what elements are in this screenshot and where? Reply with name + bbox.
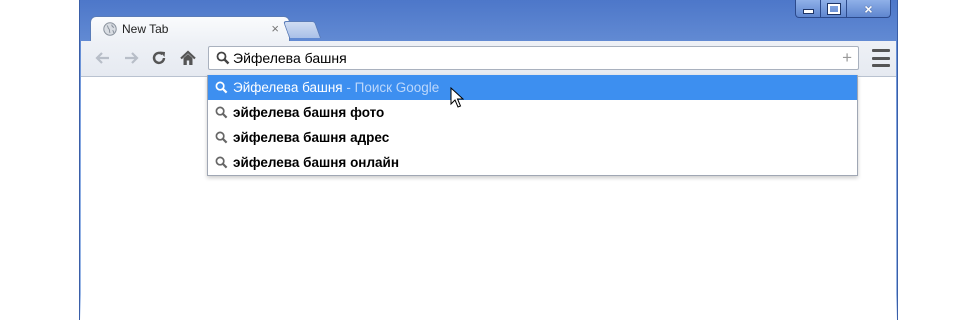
search-icon [216,51,230,65]
mouse-cursor-icon [450,87,464,108]
search-icon [215,156,228,169]
suggestion-text: эйфелева башня онлайн [233,155,400,170]
window-fade [80,294,897,320]
tab-new-tab[interactable]: New Tab × [90,16,290,42]
search-icon [215,131,228,144]
minimize-icon [802,9,814,14]
suggestion-text: эйфелева башня адрес [233,130,390,145]
globe-icon [103,22,117,36]
home-icon [180,50,196,65]
suggestion-item[interactable]: эйфелева башня фото [208,100,857,125]
suggestion-item[interactable]: эйфелева башня онлайн [208,150,857,175]
suggestion-hint: - Поиск Google [346,80,440,95]
maximize-icon [826,2,841,15]
new-tab-button[interactable] [282,21,322,38]
reload-icon [152,51,166,65]
suggestions-dropdown: Эйфелева башня - Поиск Google эйфелева б… [207,75,858,176]
omnibox[interactable]: + [208,46,859,70]
search-icon [215,106,228,119]
suggestion-text: эйфелева башня фото [233,105,385,120]
reload-button[interactable] [148,47,170,69]
maximize-button[interactable] [821,0,847,18]
forward-button[interactable] [120,47,142,69]
menu-icon[interactable] [872,49,890,67]
back-arrow-icon [95,52,109,64]
tab-close-icon[interactable]: × [271,21,279,36]
bookmark-plus-icon[interactable]: + [842,48,852,68]
window-controls: × [795,0,891,20]
forward-arrow-icon [125,52,139,64]
toolbar: + [81,41,896,77]
suggestion-item[interactable]: эйфелева башня адрес [208,125,857,150]
back-button[interactable] [92,47,114,69]
home-button[interactable] [177,47,199,69]
close-window-button[interactable]: × [847,0,891,18]
close-icon: × [864,0,873,17]
tab-title: New Tab [122,22,169,36]
suggestion-item[interactable]: Эйфелева башня - Поиск Google [208,75,857,100]
minimize-button[interactable] [795,0,821,18]
suggestion-text: Эйфелева башня - Поиск Google [233,80,439,95]
suggestion-query: Эйфелева башня [233,80,343,95]
omnibox-input[interactable] [233,49,823,67]
search-icon [215,81,228,94]
